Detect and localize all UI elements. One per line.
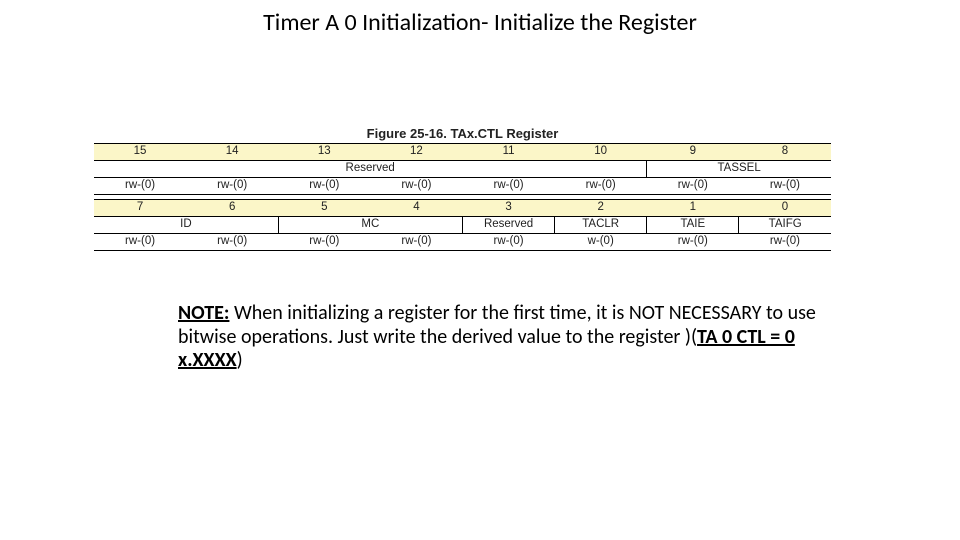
rw-cell: rw-(0) xyxy=(739,178,831,195)
rw-cell: rw-(0) xyxy=(278,234,370,251)
register-figure: Figure 25-16. TAx.CTL Register 15 14 13 … xyxy=(94,126,831,251)
bit-num: 13 xyxy=(278,144,370,161)
rw-cell: rw-(0) xyxy=(186,178,278,195)
bit-num: 1 xyxy=(647,200,739,217)
rw-row-high: rw-(0) rw-(0) rw-(0) rw-(0) rw-(0) rw-(0… xyxy=(94,178,831,195)
bit-num: 9 xyxy=(647,144,739,161)
note-paragraph: NOTE: When initializing a register for t… xyxy=(178,302,823,373)
bit-number-row-low: 7 6 5 4 3 2 1 0 xyxy=(94,200,831,217)
field-reserved: Reserved xyxy=(94,161,647,178)
field-id: ID xyxy=(94,217,278,234)
note-label: NOTE: xyxy=(178,301,229,325)
rw-cell: rw-(0) xyxy=(647,234,739,251)
bit-num: 14 xyxy=(186,144,278,161)
bit-num: 10 xyxy=(555,144,647,161)
bit-num: 6 xyxy=(186,200,278,217)
bit-num: 8 xyxy=(739,144,831,161)
rw-cell: rw-(0) xyxy=(463,234,555,251)
bit-num: 5 xyxy=(278,200,370,217)
bit-num: 15 xyxy=(94,144,186,161)
field-taclr: TACLR xyxy=(555,217,647,234)
rw-cell: rw-(0) xyxy=(94,234,186,251)
field-taie: TAIE xyxy=(647,217,739,234)
field-taifg: TAIFG xyxy=(739,217,831,234)
rw-cell: rw-(0) xyxy=(278,178,370,195)
field-reserved-low: Reserved xyxy=(463,217,555,234)
rw-cell: rw-(0) xyxy=(370,234,462,251)
rw-cell: rw-(0) xyxy=(739,234,831,251)
field-tassel: TASSEL xyxy=(647,161,831,178)
bit-number-row-high: 15 14 13 12 11 10 9 8 xyxy=(94,144,831,161)
rw-cell: rw-(0) xyxy=(647,178,739,195)
register-table: 15 14 13 12 11 10 9 8 Reserved TASSEL rw… xyxy=(94,143,831,251)
bit-num: 2 xyxy=(555,200,647,217)
page-title: Timer A 0 Initialization- Initialize the… xyxy=(0,8,960,37)
figure-caption: Figure 25-16. TAx.CTL Register xyxy=(94,126,831,141)
note-body-end: ) xyxy=(237,348,243,372)
rw-cell: rw-(0) xyxy=(555,178,647,195)
rw-cell: rw-(0) xyxy=(463,178,555,195)
field-mc: MC xyxy=(278,217,462,234)
bit-num: 0 xyxy=(739,200,831,217)
bit-num: 4 xyxy=(370,200,462,217)
bit-num: 11 xyxy=(463,144,555,161)
field-name-row-high: Reserved TASSEL xyxy=(94,161,831,178)
rw-cell: w-(0) xyxy=(555,234,647,251)
rw-cell: rw-(0) xyxy=(370,178,462,195)
bit-num: 12 xyxy=(370,144,462,161)
field-name-row-low: ID MC Reserved TACLR TAIE TAIFG xyxy=(94,217,831,234)
bit-num: 3 xyxy=(463,200,555,217)
bit-num: 7 xyxy=(94,200,186,217)
rw-row-low: rw-(0) rw-(0) rw-(0) rw-(0) rw-(0) w-(0)… xyxy=(94,234,831,251)
rw-cell: rw-(0) xyxy=(186,234,278,251)
rw-cell: rw-(0) xyxy=(94,178,186,195)
